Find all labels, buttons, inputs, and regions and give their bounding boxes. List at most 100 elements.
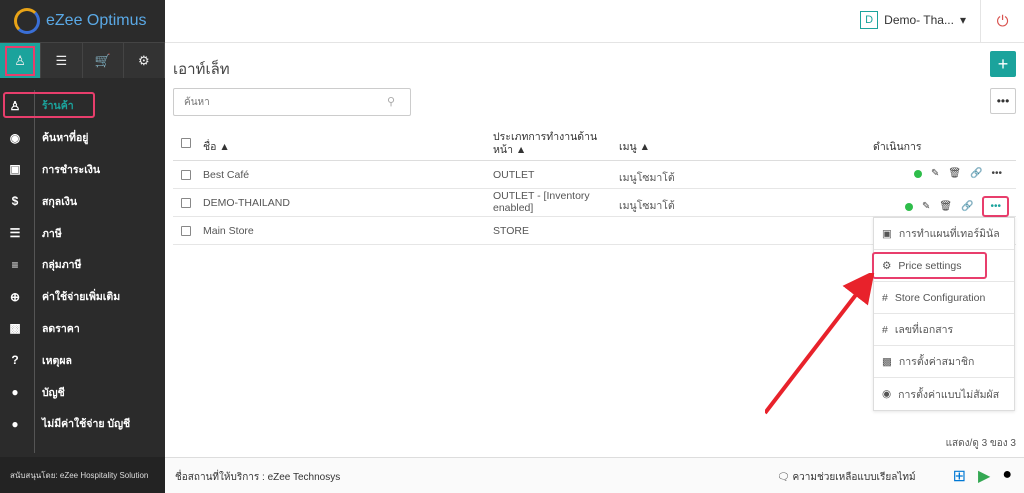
sidebar-item-store[interactable]: ♙ ร้านค้า bbox=[0, 90, 165, 122]
windows-icon[interactable]: ⊞ bbox=[953, 466, 966, 486]
sidebar-item-tax[interactable]: ☰ ภาษี bbox=[0, 217, 165, 249]
row-type: OUTLET bbox=[493, 169, 535, 181]
property-name: Demo- Tha... bbox=[884, 13, 954, 27]
row-name: Best Café bbox=[203, 169, 250, 181]
provider-text: ชื่อสถานที่ให้บริการ : eZee Technosys bbox=[175, 472, 341, 483]
status-indicator bbox=[913, 169, 922, 178]
row-menu: เมนูโซมาโต้ bbox=[619, 172, 675, 184]
plus-circle-icon: ⊕ bbox=[9, 289, 21, 304]
person-icon: ● bbox=[11, 416, 19, 431]
status-indicator bbox=[904, 202, 913, 211]
row-checkbox[interactable] bbox=[181, 226, 191, 236]
sidebar-item-payment[interactable]: ▣ การชำระเงิน bbox=[0, 154, 165, 186]
sidebar-item-extra-charges[interactable]: ⊕ ค่าใช้จ่ายเพิ่มเติม bbox=[0, 281, 165, 313]
gift-icon: ▩ bbox=[9, 321, 21, 336]
chat-icon: 🗨 bbox=[777, 472, 790, 483]
col-menu[interactable]: เมนู ▲ bbox=[619, 138, 650, 155]
dollar-icon: $ bbox=[11, 194, 19, 209]
gear-icon: ⚙ bbox=[138, 52, 150, 68]
menu-item-document-number[interactable]: # เลขที่เอกสาร bbox=[874, 314, 1014, 346]
cart-icon: 🛒 bbox=[94, 52, 111, 68]
more-actions-icon[interactable]: ••• bbox=[982, 196, 1009, 217]
tab-cart[interactable]: 🛒 bbox=[83, 43, 124, 78]
more-options-button[interactable]: ••• bbox=[990, 88, 1016, 114]
user-icon: ♙ bbox=[14, 52, 26, 68]
gift-icon: ▩ bbox=[882, 355, 892, 368]
person-icon: ● bbox=[11, 385, 19, 400]
menu-item-store-configuration[interactable]: # Store Configuration bbox=[874, 282, 1014, 314]
menu-item-member-settings[interactable]: ▩ การตั้งค่าสมาชิก bbox=[874, 346, 1014, 378]
col-type[interactable]: ประเภทการทำงานด้าน หน้า ▲ bbox=[493, 131, 605, 157]
monitor-icon: ▣ bbox=[882, 227, 892, 240]
search-icon: ⚲ bbox=[387, 96, 396, 108]
tab-settings[interactable]: ⚙ bbox=[124, 43, 165, 78]
sidebar-item-account[interactable]: ● บัญชี bbox=[0, 376, 165, 408]
list-icon: ☰ bbox=[9, 226, 21, 241]
app-store-links: ⊞ ▶ ● bbox=[953, 466, 1012, 486]
row-type: OUTLET - [Inventory enabled] bbox=[493, 190, 590, 214]
property-selector[interactable]: D Demo- Tha... ▾ bbox=[860, 11, 966, 29]
select-all-checkbox[interactable] bbox=[181, 138, 191, 148]
link-icon[interactable]: 🔗 bbox=[970, 168, 982, 179]
list-bullets-icon: ≡ bbox=[11, 257, 19, 272]
apple-icon[interactable]: ● bbox=[1002, 466, 1012, 486]
more-actions-icon[interactable]: ••• bbox=[991, 168, 1002, 179]
realtime-help-link[interactable]: 🗨 ความช่วยเหลือแบบเรียลไทม์ bbox=[777, 470, 916, 485]
sidebar: eZee Optimus ♙ ☰ 🛒 ⚙ ♙ ร้านค้า ◉ ค้นหาที่อ… bbox=[0, 0, 165, 493]
table-row: Best Café OUTLET เมนูโซมาโต้ ✎ 🗑 🔗 ••• bbox=[173, 161, 1016, 189]
row-actions-dropdown: ▣ การทำแผนที่เทอร์มินัล ⚙ Price settings #… bbox=[872, 217, 1015, 411]
question-icon: ? bbox=[11, 353, 19, 368]
tab-menu[interactable]: ☰ bbox=[41, 43, 83, 78]
sidebar-item-discount[interactable]: ▩ ลดราคา bbox=[0, 313, 165, 345]
tab-user[interactable]: ♙ bbox=[0, 43, 42, 78]
annotation-arrow bbox=[765, 273, 875, 415]
sidebar-item-free-account[interactable]: ● ไม่มีค่าใช้จ่าย บัญชี bbox=[0, 408, 165, 440]
plus-icon: + bbox=[997, 53, 1009, 74]
hash-icon: # bbox=[882, 323, 888, 336]
caret-down-icon: ▾ bbox=[959, 13, 966, 27]
trash-icon[interactable]: 🗑 bbox=[939, 201, 952, 212]
row-actions: ✎ 🗑 🔗 ••• bbox=[913, 168, 1002, 179]
menu-item-terminal-mapping[interactable]: ▣ การทำแผนที่เทอร์มินัล bbox=[874, 218, 1014, 250]
trash-icon[interactable]: 🗑 bbox=[948, 168, 961, 179]
table-header: ชื่อ ▲ ประเภทการทำงานด้าน หน้า ▲ เมนู ▲ … bbox=[173, 127, 1016, 161]
logo-mark-icon bbox=[14, 8, 40, 34]
link-icon[interactable]: 🔗 bbox=[961, 201, 973, 212]
row-actions: ✎ 🗑 🔗 ••• bbox=[904, 196, 1009, 217]
google-play-icon[interactable]: ▶ bbox=[978, 466, 990, 486]
row-name: Main Store bbox=[203, 225, 254, 237]
property-initial: D bbox=[860, 11, 879, 29]
edit-icon[interactable]: ✎ bbox=[931, 168, 939, 179]
map-pin-icon: ◉ bbox=[9, 130, 21, 145]
main-content: เอาท์เล็ท + ⚲ ••• ชื่อ ▲ ประเภทการทำงานด… bbox=[165, 43, 1024, 457]
app-logo[interactable]: eZee Optimus bbox=[0, 0, 165, 42]
menu-item-price-settings[interactable]: ⚙ Price settings bbox=[872, 250, 1014, 282]
page-title: เอาท์เล็ท bbox=[173, 61, 230, 78]
eye-icon: ◉ bbox=[882, 388, 892, 400]
row-checkbox[interactable] bbox=[181, 198, 191, 208]
hamburger-icon: ☰ bbox=[55, 52, 68, 68]
sidebar-footer: สนับสนุนโดย: eZee Hospitality Solution bbox=[0, 457, 165, 493]
power-icon: ⏻ bbox=[996, 13, 1009, 30]
row-type: STORE bbox=[493, 225, 529, 237]
credit-card-icon: ▣ bbox=[9, 162, 21, 177]
edit-icon[interactable]: ✎ bbox=[922, 201, 930, 212]
app-title: eZee Optimus bbox=[46, 12, 147, 29]
sidebar-item-reason[interactable]: ? เหตุผล bbox=[0, 344, 165, 376]
power-button[interactable]: ⏻ bbox=[980, 0, 1024, 43]
col-name[interactable]: ชื่อ ▲ bbox=[203, 138, 230, 155]
sidebar-top-tabs: ♙ ☰ 🛒 ⚙ bbox=[0, 42, 165, 78]
row-checkbox[interactable] bbox=[181, 170, 191, 180]
bottom-bar: ชื่อสถานที่ให้บริการ : eZee Technosys 🗨 … bbox=[165, 457, 1024, 493]
menu-item-contactless-settings[interactable]: ◉ การตั้งค่าแบบไม่สัมผัส bbox=[874, 378, 1014, 410]
sidebar-item-address[interactable]: ◉ ค้นหาที่อยู่ bbox=[0, 122, 165, 154]
ellipsis-icon: ••• bbox=[996, 94, 1010, 108]
row-menu: เมนูโซมาโต้ bbox=[619, 200, 675, 212]
sidebar-item-tax-group[interactable]: ≡ กลุ่มภาษี bbox=[0, 249, 165, 281]
table-row: DEMO-THAILAND OUTLET - [Inventory enable… bbox=[173, 189, 1016, 217]
search-input[interactable] bbox=[173, 88, 411, 116]
header: D Demo- Tha... ▾ ⏻ bbox=[165, 0, 1024, 43]
add-button[interactable]: + bbox=[990, 51, 1016, 77]
pagination-count: แสดง/ดู 3 ของ 3 bbox=[945, 438, 1016, 449]
sidebar-item-currency[interactable]: $ สกุลเงิน bbox=[0, 185, 165, 217]
